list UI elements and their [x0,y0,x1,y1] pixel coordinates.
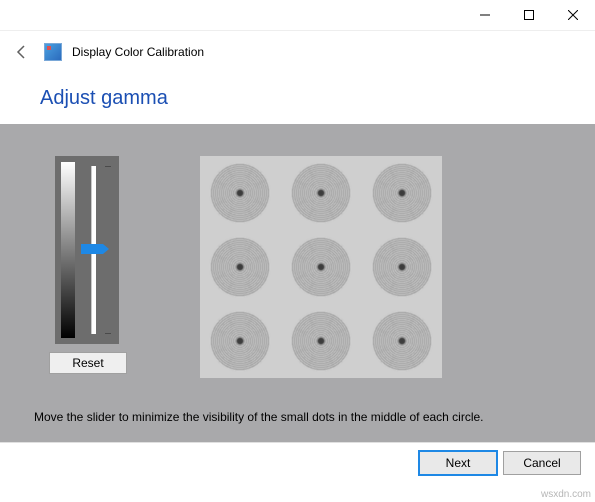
gamma-cell [200,156,281,230]
maximize-button[interactable] [507,0,551,30]
gradient-strip [61,162,75,338]
gamma-slider[interactable] [81,162,115,338]
gamma-circle-icon [372,311,432,371]
gamma-circle-icon [291,237,351,297]
page-heading: Adjust gamma [0,73,595,124]
gamma-cell [361,230,442,304]
header: Display Color Calibration [0,31,595,73]
next-button[interactable]: Next [419,451,497,475]
gamma-circle-icon [372,163,432,223]
gamma-circle-icon [210,237,270,297]
footer: Next Cancel [0,442,595,483]
slider-tick-bottom [105,333,111,334]
gamma-cell [200,304,281,378]
gamma-circle-icon [372,237,432,297]
slider-thumb[interactable] [81,244,103,254]
watermark: wsxdn.com [541,489,591,500]
titlebar [0,0,595,31]
gamma-circle-icon [291,163,351,223]
gamma-test-pattern [200,156,442,378]
instruction-text: Move the slider to minimize the visibili… [34,410,575,424]
gamma-circle-icon [210,311,270,371]
gamma-circle-icon [291,311,351,371]
gamma-cell [281,156,362,230]
main-panel: Reset Move the slider to minimize the vi… [0,124,595,442]
close-button[interactable] [551,0,595,30]
gamma-circle-icon [210,163,270,223]
gamma-slider-box [55,156,119,344]
gamma-cell [361,304,442,378]
cancel-button[interactable]: Cancel [503,451,581,475]
gamma-cell [281,230,362,304]
gamma-cell [281,304,362,378]
minimize-button[interactable] [463,0,507,30]
reset-button[interactable]: Reset [49,352,127,374]
app-title: Display Color Calibration [72,45,204,59]
slider-tick-top [105,166,111,167]
app-icon [44,43,62,61]
gamma-cell [200,230,281,304]
gamma-cell [361,156,442,230]
back-button[interactable] [10,40,34,64]
